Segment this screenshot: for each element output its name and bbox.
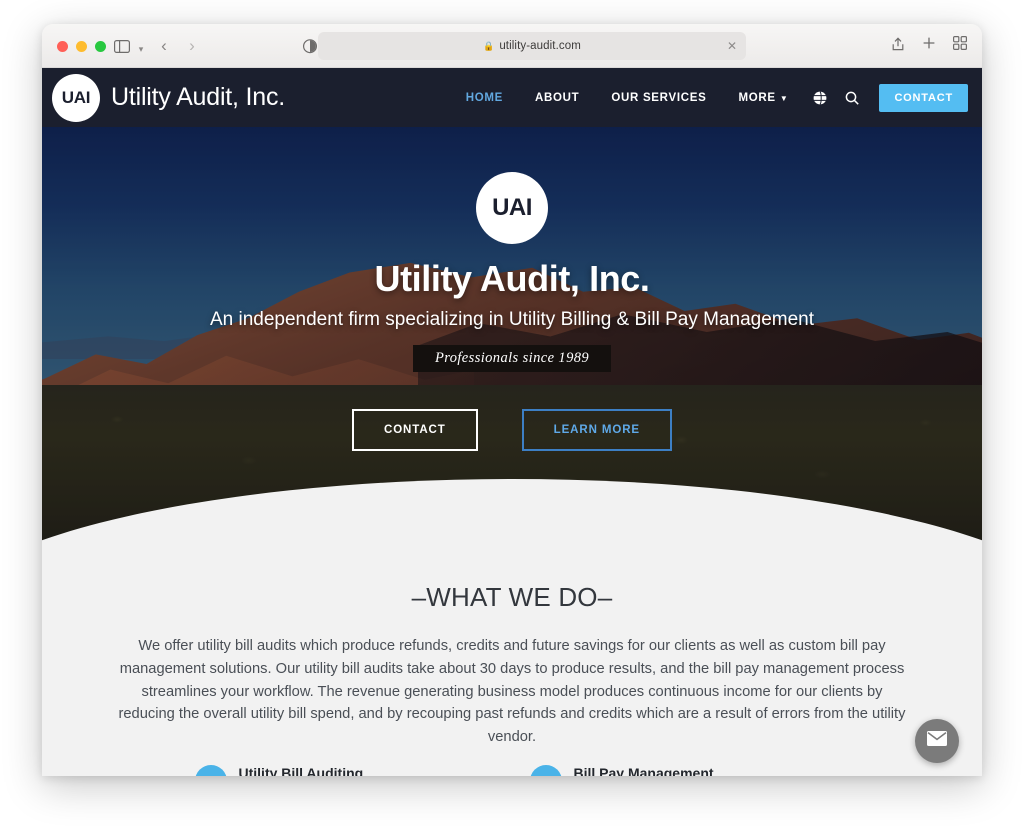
feature-item[interactable]: 1 Utility Bill Auditing We offer our pro… — [194, 764, 495, 776]
feature-title: Bill Pay Management — [573, 764, 714, 776]
sidebar-icon[interactable] — [112, 36, 132, 56]
feature-number-badge: 2 — [529, 764, 562, 776]
minimize-window-button[interactable] — [76, 41, 87, 52]
feature-number-badge: 1 — [194, 764, 227, 776]
maximize-window-button[interactable] — [95, 41, 106, 52]
chevron-down-icon: ▼ — [779, 93, 789, 103]
globe-icon[interactable] — [804, 90, 836, 105]
hero-subtitle: An independent firm specializing in Util… — [209, 309, 815, 330]
browser-window: ▾ ‹ › 🔒 utility-audit.com ✕ UAI Utility … — [42, 24, 982, 776]
url-text: utility-audit.com — [499, 40, 581, 52]
site-navbar: UAI Utility Audit, Inc. HOME ABOUT OUR S… — [42, 68, 982, 127]
nav-item-home[interactable]: HOME — [450, 92, 519, 104]
nav-contact-button[interactable]: CONTACT — [879, 83, 968, 112]
address-bar[interactable]: 🔒 utility-audit.com ✕ — [318, 32, 746, 60]
close-window-button[interactable] — [57, 41, 68, 52]
hero-content: UAI Utility Audit, Inc. An independent f… — [42, 127, 982, 557]
feature-list: 1 Utility Bill Auditing We offer our pro… — [42, 764, 982, 776]
reader-view-icon[interactable] — [300, 36, 320, 56]
hero-contact-button[interactable]: CONTACT — [352, 409, 478, 451]
back-button[interactable]: ‹ — [154, 36, 174, 56]
nav-item-services[interactable]: OUR SERVICES — [595, 92, 722, 104]
share-icon[interactable] — [891, 36, 905, 57]
hero-buttons: CONTACT LEARN MORE — [352, 409, 672, 451]
search-icon[interactable] — [836, 91, 868, 105]
website-viewport: UAI Utility Audit, Inc. HOME ABOUT OUR S… — [42, 68, 982, 776]
lock-icon: 🔒 — [483, 40, 495, 51]
forward-button[interactable]: › — [182, 36, 202, 56]
toolbar-actions — [891, 36, 967, 57]
section-paragraph: We offer utility bill audits which produ… — [118, 638, 906, 746]
tab-overview-icon[interactable] — [953, 36, 967, 57]
brand-logo: UAI — [52, 73, 100, 122]
brand-name: Utility Audit, Inc. — [111, 83, 286, 111]
hero-learn-more-button[interactable]: LEARN MORE — [521, 409, 672, 451]
hero-title: Utility Audit, Inc. — [374, 258, 650, 299]
close-icon[interactable]: ✕ — [727, 40, 737, 52]
nav-item-more-label: MORE — [738, 91, 776, 104]
nav-links: HOME ABOUT OUR SERVICES MORE ▼ CONTACT — [450, 83, 968, 112]
hero-badge: Professionals since 1989 — [412, 345, 612, 372]
contact-fab-button[interactable] — [915, 719, 959, 763]
feature-item[interactable]: 2 Bill Pay Management Whether you need u… — [529, 764, 830, 776]
nav-item-more[interactable]: MORE ▼ — [723, 92, 805, 104]
what-we-do-section: –WHAT WE DO– We offer utility bill audit… — [42, 557, 982, 776]
chevron-down-icon[interactable]: ▾ — [135, 39, 147, 59]
plus-icon[interactable] — [922, 36, 936, 57]
window-controls — [57, 41, 106, 52]
envelope-icon — [927, 731, 947, 751]
browser-toolbar: ▾ ‹ › 🔒 utility-audit.com ✕ — [42, 24, 982, 68]
feature-title: Utility Bill Auditing — [238, 764, 364, 776]
hero-section: UAI Utility Audit, Inc. An independent f… — [42, 127, 982, 557]
hero-logo: UAI — [476, 172, 548, 244]
section-title: –WHAT WE DO– — [411, 582, 613, 612]
nav-item-about[interactable]: ABOUT — [519, 92, 595, 104]
brand[interactable]: UAI Utility Audit, Inc. — [52, 73, 286, 122]
